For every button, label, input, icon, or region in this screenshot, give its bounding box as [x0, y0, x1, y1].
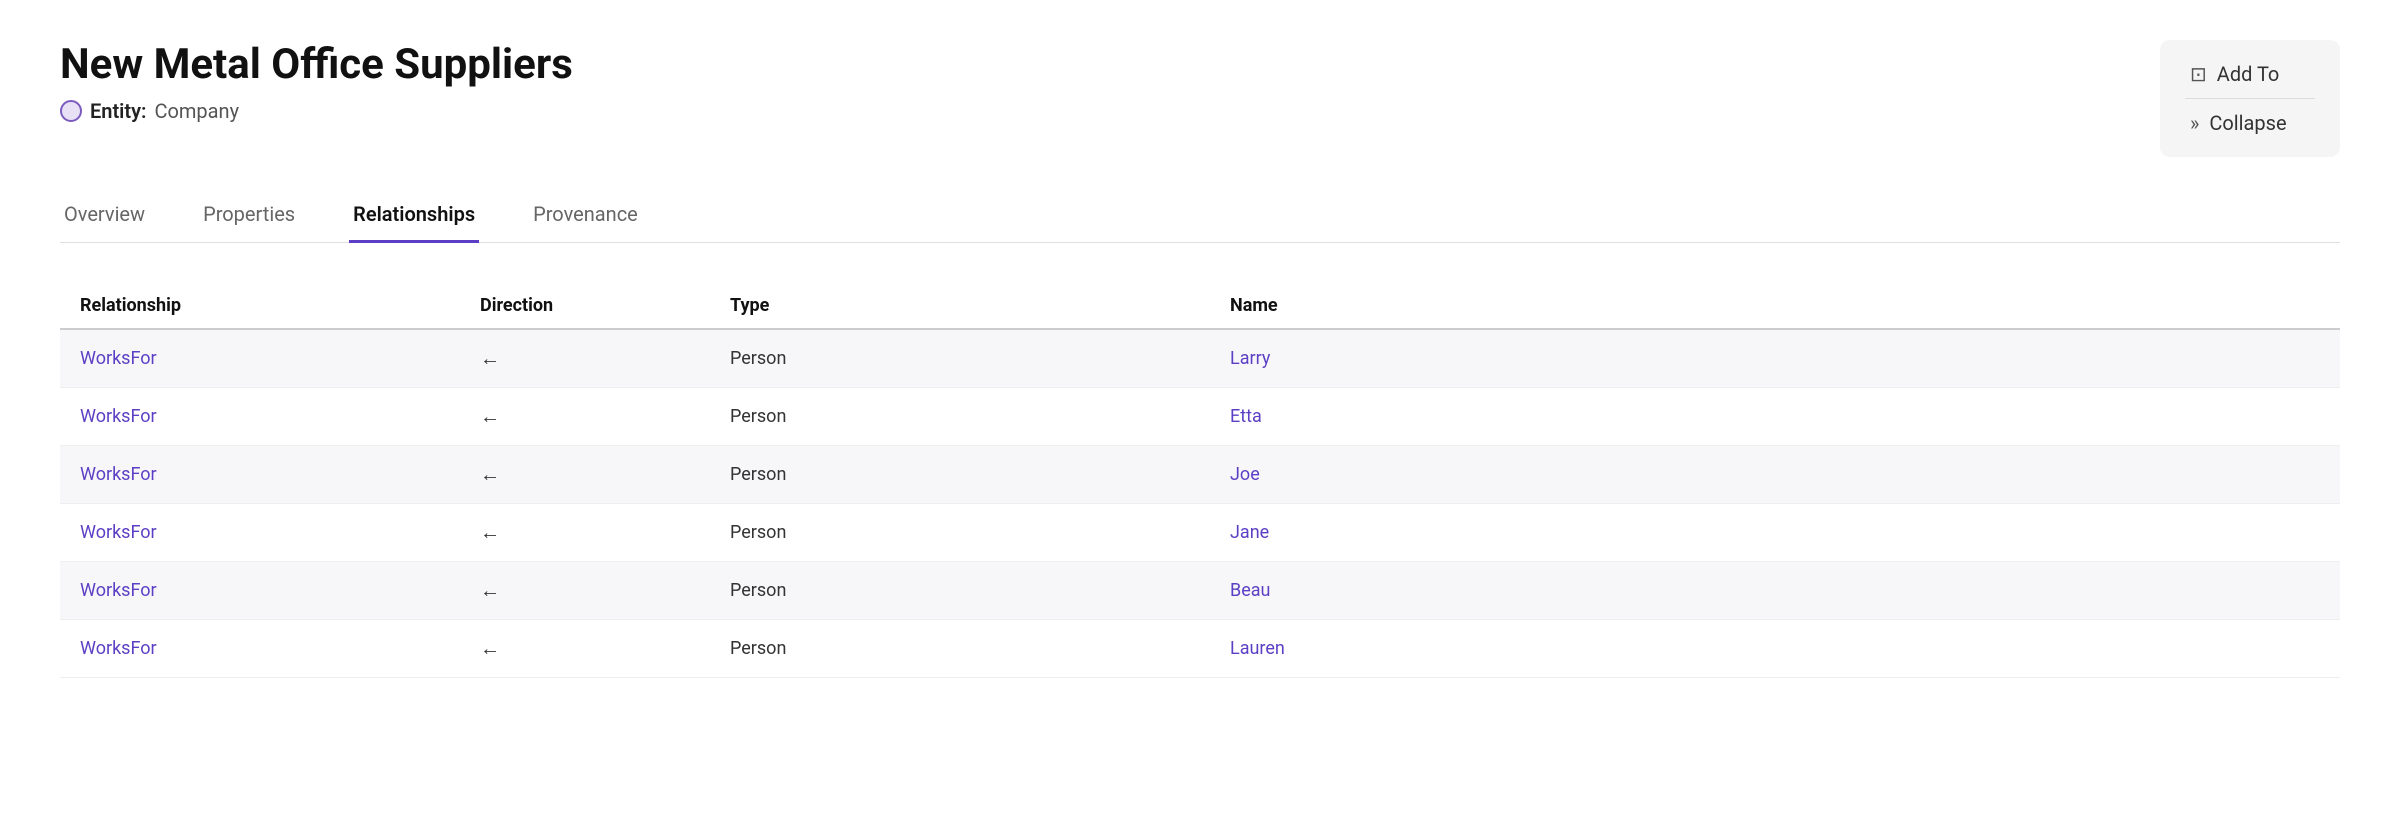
collapse-button[interactable]: » Collapse: [2180, 99, 2320, 147]
cell-direction: ←: [480, 346, 730, 371]
col-header-direction: Direction: [480, 295, 730, 316]
header-left: New Metal Office Suppliers Entity: Compa…: [60, 40, 573, 123]
cell-name[interactable]: Lauren: [1230, 638, 2320, 659]
cell-relationship[interactable]: WorksFor: [80, 406, 480, 427]
cell-relationship[interactable]: WorksFor: [80, 522, 480, 543]
cell-type: Person: [730, 522, 1230, 543]
tab-relationships[interactable]: Relationships: [349, 188, 479, 243]
table-row: WorksFor←PersonLauren: [60, 620, 2340, 678]
table-row: WorksFor←PersonBeau: [60, 562, 2340, 620]
collapse-icon: »: [2190, 111, 2199, 135]
header-actions: ⊡ Add To » Collapse: [2160, 40, 2340, 157]
col-header-relationship: Relationship: [80, 295, 480, 316]
cell-type: Person: [730, 638, 1230, 659]
cell-relationship[interactable]: WorksFor: [80, 638, 480, 659]
table-row: WorksFor←PersonJane: [60, 504, 2340, 562]
page-header: New Metal Office Suppliers Entity: Compa…: [60, 40, 2340, 157]
entity-label: Entity:: [90, 99, 146, 123]
tab-provenance[interactable]: Provenance: [529, 188, 642, 243]
cell-name[interactable]: Joe: [1230, 464, 2320, 485]
table-row: WorksFor←PersonJoe: [60, 446, 2340, 504]
cell-direction: ←: [480, 636, 730, 661]
cell-relationship[interactable]: WorksFor: [80, 348, 480, 369]
table-row: WorksFor←PersonEtta: [60, 388, 2340, 446]
tab-overview[interactable]: Overview: [60, 188, 149, 243]
cell-name[interactable]: Beau: [1230, 580, 2320, 601]
add-to-button[interactable]: ⊡ Add To: [2180, 50, 2320, 98]
col-header-type: Type: [730, 295, 1230, 316]
entity-icon: [60, 100, 82, 122]
cell-type: Person: [730, 348, 1230, 369]
table-header: Relationship Direction Type Name: [60, 283, 2340, 330]
add-to-label: Add To: [2217, 62, 2280, 86]
cell-direction: ←: [480, 462, 730, 487]
tab-bar: Overview Properties Relationships Proven…: [60, 187, 2340, 243]
cell-name[interactable]: Larry: [1230, 348, 2320, 369]
entity-badge: Entity: Company: [60, 99, 573, 123]
relationships-table: Relationship Direction Type Name WorksFo…: [60, 283, 2340, 678]
tab-properties[interactable]: Properties: [199, 188, 299, 243]
cell-direction: ←: [480, 520, 730, 545]
cell-relationship[interactable]: WorksFor: [80, 580, 480, 601]
page-title: New Metal Office Suppliers: [60, 40, 573, 89]
add-to-icon: ⊡: [2190, 62, 2207, 86]
cell-relationship[interactable]: WorksFor: [80, 464, 480, 485]
cell-type: Person: [730, 464, 1230, 485]
cell-name[interactable]: Jane: [1230, 522, 2320, 543]
cell-type: Person: [730, 406, 1230, 427]
cell-direction: ←: [480, 404, 730, 429]
table-body: WorksFor←PersonLarryWorksFor←PersonEttaW…: [60, 330, 2340, 678]
cell-type: Person: [730, 580, 1230, 601]
collapse-label: Collapse: [2209, 111, 2286, 135]
cell-name[interactable]: Etta: [1230, 406, 2320, 427]
cell-direction: ←: [480, 578, 730, 603]
entity-value: Company: [154, 99, 239, 123]
col-header-name: Name: [1230, 295, 2320, 316]
table-row: WorksFor←PersonLarry: [60, 330, 2340, 388]
